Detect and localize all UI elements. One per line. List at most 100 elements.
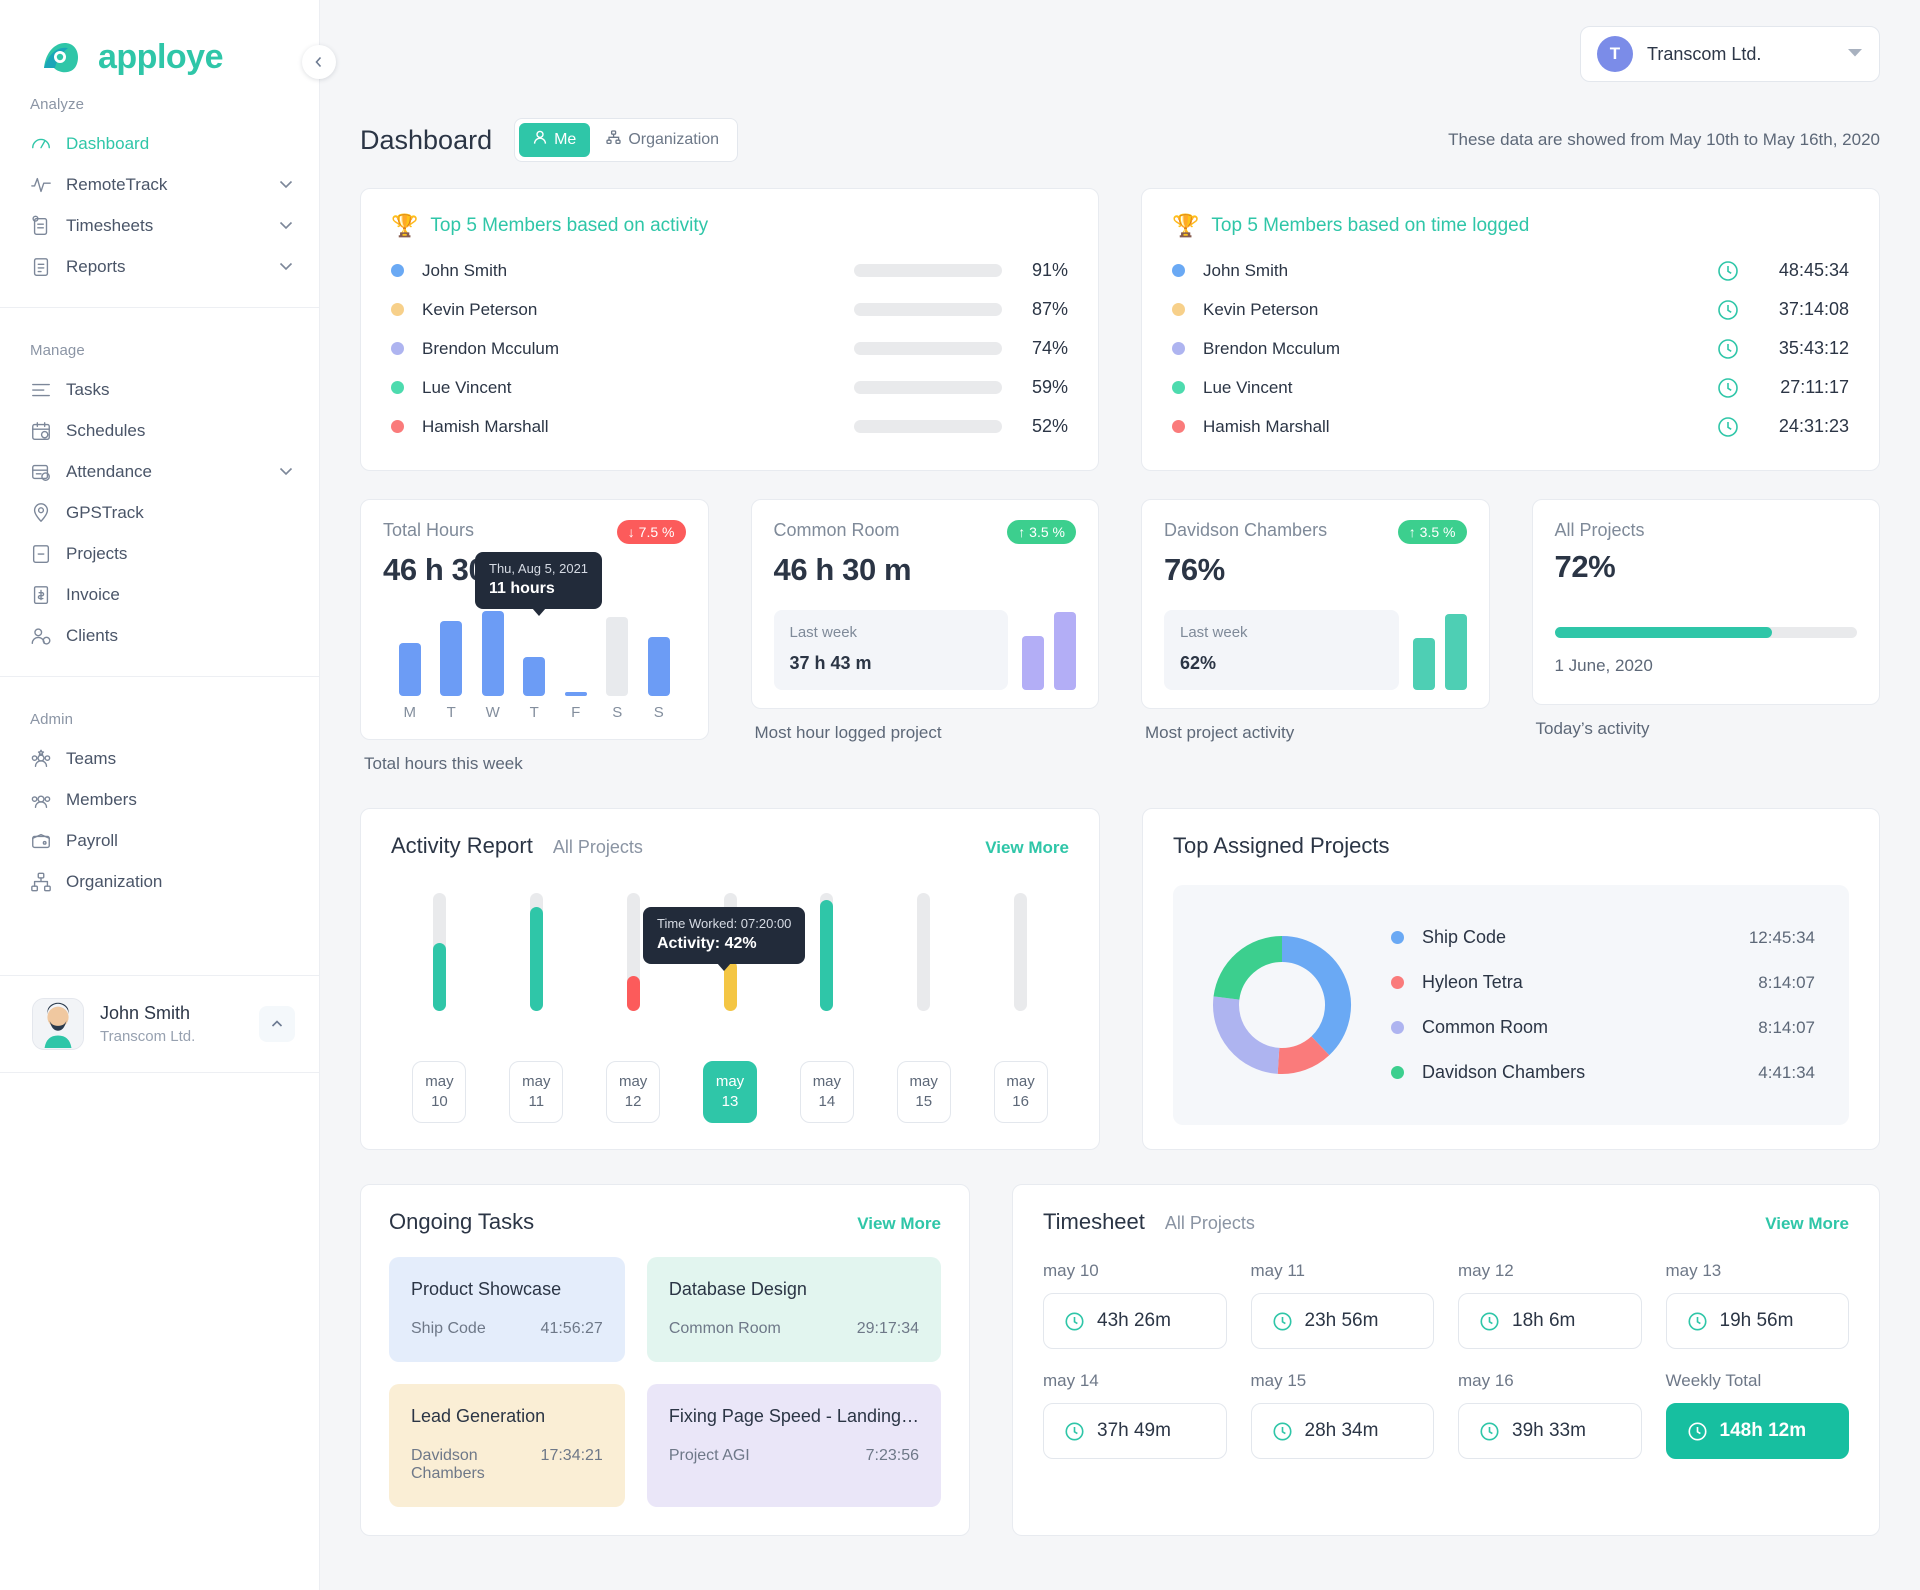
activity-day-chip[interactable]: may 12 — [606, 1061, 661, 1123]
leaderboard-row: John Smith 48:45:34 — [1172, 251, 1849, 290]
task-card[interactable]: Product Showcase Ship Code 41:56:27 — [389, 1257, 625, 1362]
project-color-dot — [1391, 976, 1404, 989]
day-chip-wrap: may 13 — [682, 1061, 779, 1123]
tab-me[interactable]: Me — [519, 123, 591, 157]
view-more-link[interactable]: View More — [985, 838, 1069, 858]
week-bar-column[interactable] — [514, 604, 556, 696]
sidebar-item-label: RemoteTrack — [66, 174, 168, 194]
task-card[interactable]: Lead Generation Davidson Chambers 17:34:21 — [389, 1384, 625, 1507]
tab-organization[interactable]: Organization — [592, 123, 733, 157]
task-card[interactable]: Database Design Common Room 29:17:34 — [646, 1257, 941, 1362]
week-bar — [481, 611, 504, 696]
activity-column[interactable] — [875, 893, 972, 1011]
davidson-chambers-card: Davidson Chambers ↑ 3.5 % 76% Last week … — [1141, 499, 1490, 709]
sidebar-item-members[interactable]: Members — [0, 779, 319, 820]
activity-column[interactable] — [972, 893, 1069, 1011]
task-card[interactable]: Fixing Page Speed - Landing… Project AGI 7… — [646, 1384, 941, 1507]
organization-selector[interactable]: T Transcom Ltd. — [1580, 26, 1880, 82]
sidebar-group-title: Manage — [30, 342, 85, 359]
sidebar-collapse-button[interactable] — [302, 45, 336, 79]
sidebar-item-attendance[interactable]: Attendance — [0, 451, 319, 492]
sidebar-item-invoice[interactable]: Invoice — [0, 574, 319, 615]
week-bar-column[interactable] — [389, 604, 431, 696]
timesheet-value-chip[interactable]: 37h 49m — [1043, 1403, 1227, 1459]
main-area: T Transcom Ltd. Dashboard Me Organizatio… — [320, 0, 1920, 1590]
activity-day-chip[interactable]: may 10 — [412, 1061, 467, 1123]
week-bar-column[interactable] — [431, 604, 473, 696]
sidebar-item-dashboard[interactable]: Dashboard — [0, 123, 319, 164]
task-title: Database Design — [668, 1279, 807, 1299]
brand-logo[interactable]: apploye — [0, 0, 319, 80]
day-chip-month: may — [812, 1072, 842, 1090]
chevron-down-icon[interactable] — [1847, 47, 1863, 61]
week-bar-column[interactable] — [597, 604, 639, 696]
timesheet-value-chip[interactable]: 148h 12m — [1665, 1403, 1849, 1459]
clock-icon — [1717, 260, 1739, 282]
sidebar-item-clients[interactable]: Clients — [0, 615, 319, 656]
timesheet-card: Timesheet All Projects View More may 10 4… — [1012, 1184, 1880, 1536]
week-bar-column[interactable] — [555, 604, 597, 696]
week-bar-column[interactable] — [472, 604, 514, 696]
stat-label: Davidson Chambers — [1164, 520, 1328, 540]
teams-icon — [30, 748, 52, 770]
chevron-down-icon[interactable] — [279, 259, 293, 274]
leaderboards-row: 🏆 Top 5 Members based on activity John S… — [360, 188, 1880, 471]
week-bar-column[interactable] — [638, 604, 680, 696]
card-subtitle: All Projects — [552, 837, 643, 857]
chevron-down-icon[interactable] — [279, 464, 293, 479]
sidebar-item-tasks[interactable]: Tasks — [0, 369, 319, 410]
timesheet-value: 18h 6m — [1512, 1310, 1576, 1331]
activity-day-chip[interactable]: may 16 — [993, 1061, 1048, 1123]
chevron-up-icon[interactable] — [259, 1006, 295, 1042]
view-more-link[interactable]: View More — [857, 1214, 941, 1234]
page-header: Dashboard Me Organization These data are… — [320, 108, 1920, 162]
day-chip-wrap: may 15 — [875, 1061, 972, 1123]
top-assigned-projects-card: Top Assigned Projects Ship Code 12:45:34 H… — [1142, 808, 1880, 1150]
sidebar-user-card[interactable]: John Smith Transcom Ltd. — [0, 975, 319, 1073]
timesheet-value-chip[interactable]: 18h 6m — [1458, 1293, 1642, 1349]
activity-report-card: Activity Report All Projects View More T… — [360, 808, 1100, 1150]
activity-column[interactable] — [488, 893, 585, 1011]
sidebar-item-organization[interactable]: Organization — [0, 861, 319, 902]
leaderboard-row: Hamish Marshall 52% — [391, 407, 1068, 446]
week-bar-label: W — [485, 704, 500, 721]
task-project: Davidson Chambers — [411, 1447, 485, 1482]
org-chart-icon — [30, 871, 52, 893]
timesheet-value-chip[interactable]: 28h 34m — [1250, 1403, 1434, 1459]
activity-day-chip[interactable]: may 15 — [896, 1061, 951, 1123]
sidebar-item-remotetrack[interactable]: RemoteTrack — [0, 164, 319, 205]
activity-day-chip[interactable]: may 13 — [703, 1061, 757, 1123]
card-subtitle: All Projects — [1164, 1213, 1255, 1233]
timesheet-value-chip[interactable]: 43h 26m — [1043, 1293, 1227, 1349]
gauge-icon — [30, 133, 52, 155]
clock-icon — [1479, 1311, 1500, 1332]
project-time: 4:41:34 — [1758, 1062, 1815, 1082]
task-project: Ship Code — [411, 1320, 486, 1337]
leaderboard-row: Kevin Peterson 87% — [391, 290, 1068, 329]
activity-day-chip[interactable]: may 11 — [509, 1061, 564, 1123]
chevron-down-icon[interactable] — [279, 218, 293, 233]
member-activity-value: 74% — [1031, 338, 1068, 358]
activity-day-chip[interactable]: may 14 — [799, 1061, 854, 1123]
chevron-down-icon[interactable] — [279, 177, 293, 192]
week-bar-label: S — [653, 704, 664, 721]
sidebar-item-gpstrack[interactable]: GPSTrack — [0, 492, 319, 533]
sidebar-item-projects[interactable]: Projects — [0, 533, 319, 574]
activity-column[interactable] — [391, 893, 488, 1011]
activity-fill — [432, 942, 446, 1011]
task-time: 7:23:56 — [865, 1447, 919, 1464]
activity-track — [626, 893, 640, 1011]
sidebar-item-payroll[interactable]: Payroll — [0, 820, 319, 861]
timesheet-value-chip[interactable]: 19h 56m — [1665, 1293, 1849, 1349]
sidebar-item-timesheets[interactable]: Timesheets — [0, 205, 319, 246]
sidebar-item-teams[interactable]: Teams — [0, 738, 319, 779]
ongoing-tasks-card: Ongoing Tasks View More Product Showcase… — [360, 1184, 970, 1536]
view-more-link[interactable]: View More — [1765, 1214, 1849, 1234]
timesheet-value-chip[interactable]: 39h 33m — [1458, 1403, 1642, 1459]
sidebar-item-schedules[interactable]: Schedules — [0, 410, 319, 451]
sidebar-item-reports[interactable]: Reports — [0, 246, 319, 287]
timesheet-value-chip[interactable]: 23h 56m — [1250, 1293, 1434, 1349]
progress-track — [854, 381, 1002, 394]
stat-label: Total Hours — [383, 520, 475, 540]
project-legend-row: Hyleon Tetra 8:14:07 — [1391, 960, 1815, 1005]
